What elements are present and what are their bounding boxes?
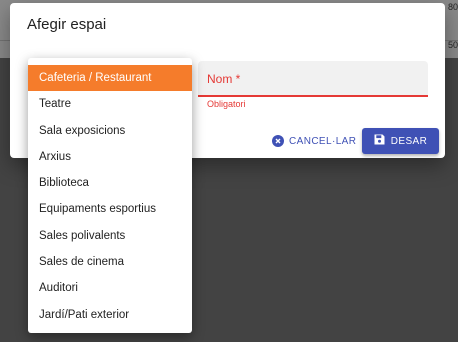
menu-item[interactable]: Sales de cinema bbox=[28, 249, 192, 275]
menu-item[interactable]: Sala exposicions bbox=[28, 118, 192, 144]
menu-item[interactable]: Teatre bbox=[28, 91, 192, 117]
menu-item[interactable]: Biblioteca bbox=[28, 170, 192, 196]
space-type-menu: Cafeteria / Restaurant Teatre Sala expos… bbox=[28, 58, 192, 333]
cancel-circle-icon bbox=[272, 135, 284, 147]
cancel-button[interactable]: CANCEL·LAR bbox=[272, 129, 356, 153]
menu-item[interactable]: Auditori bbox=[28, 275, 192, 301]
name-field-label: Nom * bbox=[207, 72, 241, 86]
floppy-disk-icon bbox=[374, 134, 385, 148]
name-field-helper: Obligatori bbox=[207, 99, 246, 109]
cancel-button-label: CANCEL·LAR bbox=[289, 135, 357, 147]
menu-item[interactable]: Arxius bbox=[28, 144, 192, 170]
name-field[interactable]: Nom * bbox=[198, 61, 428, 97]
menu-item[interactable]: Equipaments esportius bbox=[28, 196, 192, 222]
save-button-label: DESAR bbox=[390, 135, 428, 147]
menu-item[interactable]: Cafeteria / Restaurant bbox=[28, 65, 192, 92]
menu-item[interactable]: Sales polivalents bbox=[28, 223, 192, 249]
dialog-title: Afegir espai bbox=[27, 16, 107, 33]
save-button[interactable]: DESAR bbox=[362, 128, 439, 154]
menu-item[interactable]: Jardí/Pati exterior bbox=[28, 302, 192, 328]
